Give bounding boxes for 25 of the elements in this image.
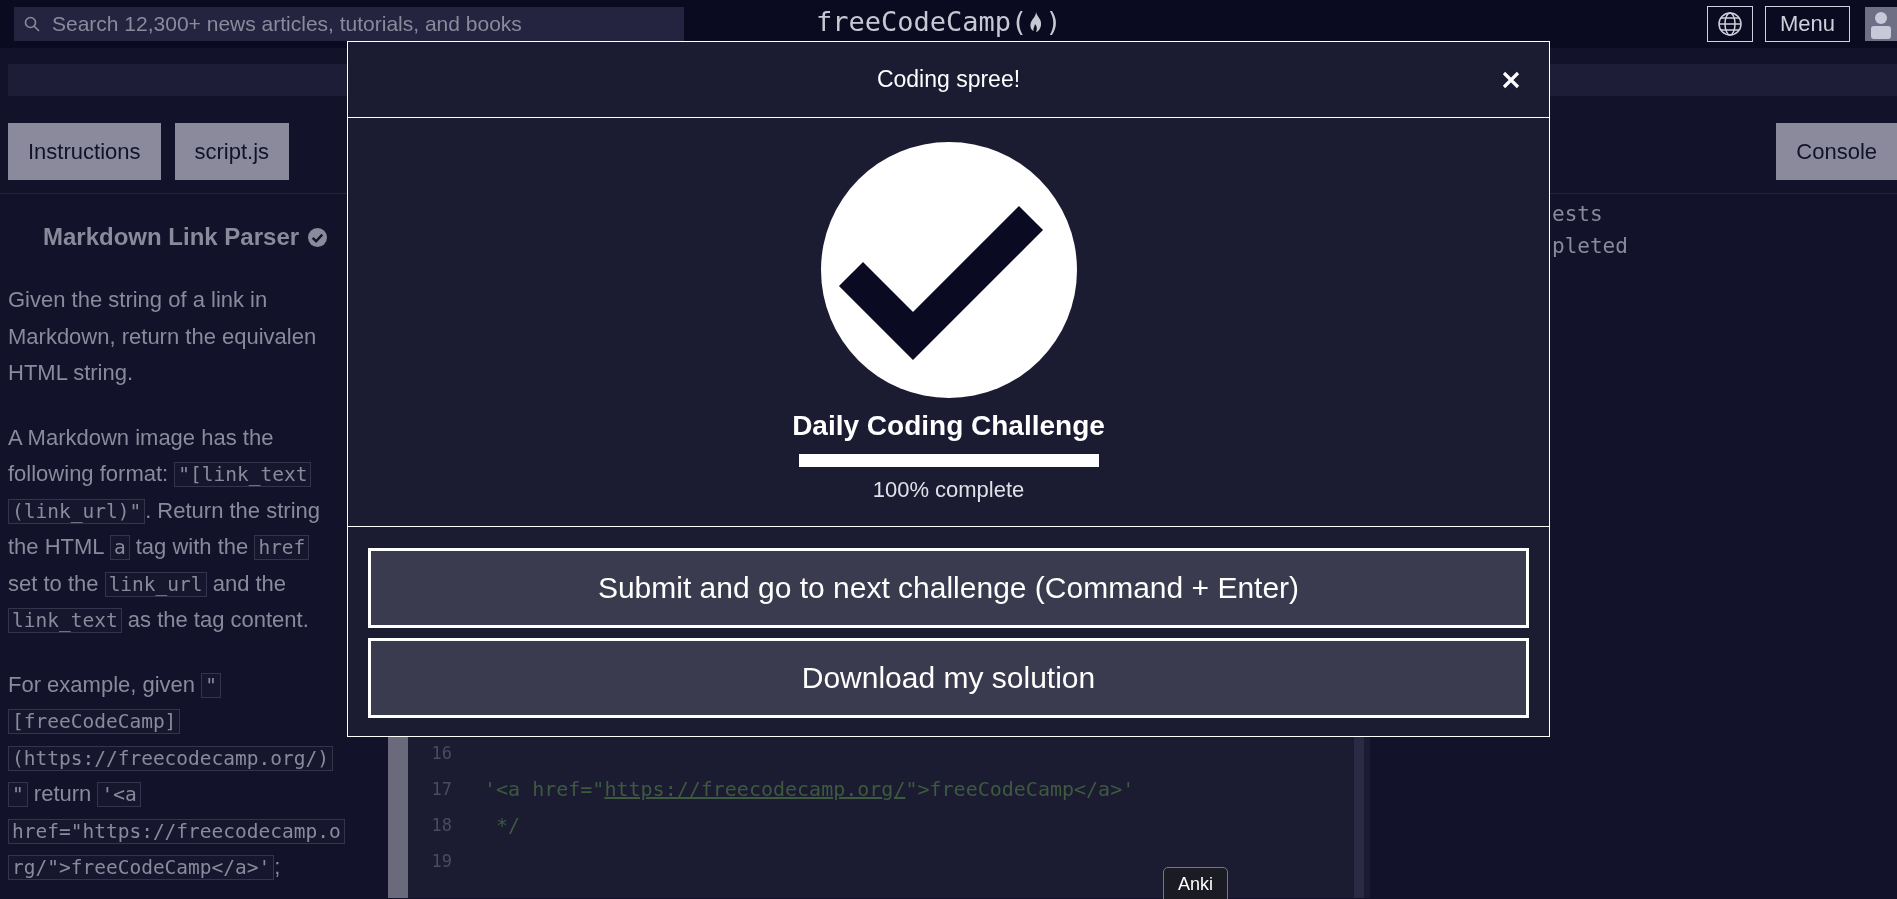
- action-button[interactable]: Submit and go to next challenge (Command + Enter): [368, 548, 1529, 628]
- globe-icon[interactable]: [1706, 6, 1753, 42]
- tab-button[interactable]: Console: [1776, 123, 1897, 180]
- search-icon: [24, 16, 40, 32]
- tooltip: Anki: [1163, 867, 1228, 899]
- search-field[interactable]: Search 12,300+ news articles, tutorials, and books: [14, 7, 684, 41]
- check-circle-icon: [820, 142, 1077, 398]
- progress-label: 100% complete: [872, 477, 1025, 503]
- flame-icon: [1029, 10, 1044, 33]
- menu-button[interactable]: Menu: [1764, 6, 1850, 42]
- console-text: pleted: [1552, 233, 1629, 260]
- description-paragraph: Given the string of a link in Markdown, return the equivalen HTML string.: [8, 286, 318, 387]
- challenge-title: Markdown Link Parser: [43, 223, 300, 251]
- logo-text: freeCodeCamp(: [816, 6, 1028, 37]
- console-text: ests: [1552, 201, 1604, 228]
- tab-button[interactable]: script.js: [174, 123, 290, 180]
- code-line: '<a href="https://freecodecamp.org/">freeCodeCamp</a>': [484, 777, 1135, 801]
- code-line: */: [495, 813, 521, 837]
- logo-text: ): [1045, 6, 1062, 37]
- challenge-heading: Daily Coding Challenge: [792, 410, 1105, 442]
- action-button[interactable]: Download my solution: [368, 638, 1529, 718]
- tab-button[interactable]: Instructions: [8, 123, 161, 180]
- avatar-icon[interactable]: [1865, 7, 1897, 41]
- close-icon[interactable]: [1502, 71, 1520, 89]
- modal-title: Coding spree!: [876, 66, 1021, 93]
